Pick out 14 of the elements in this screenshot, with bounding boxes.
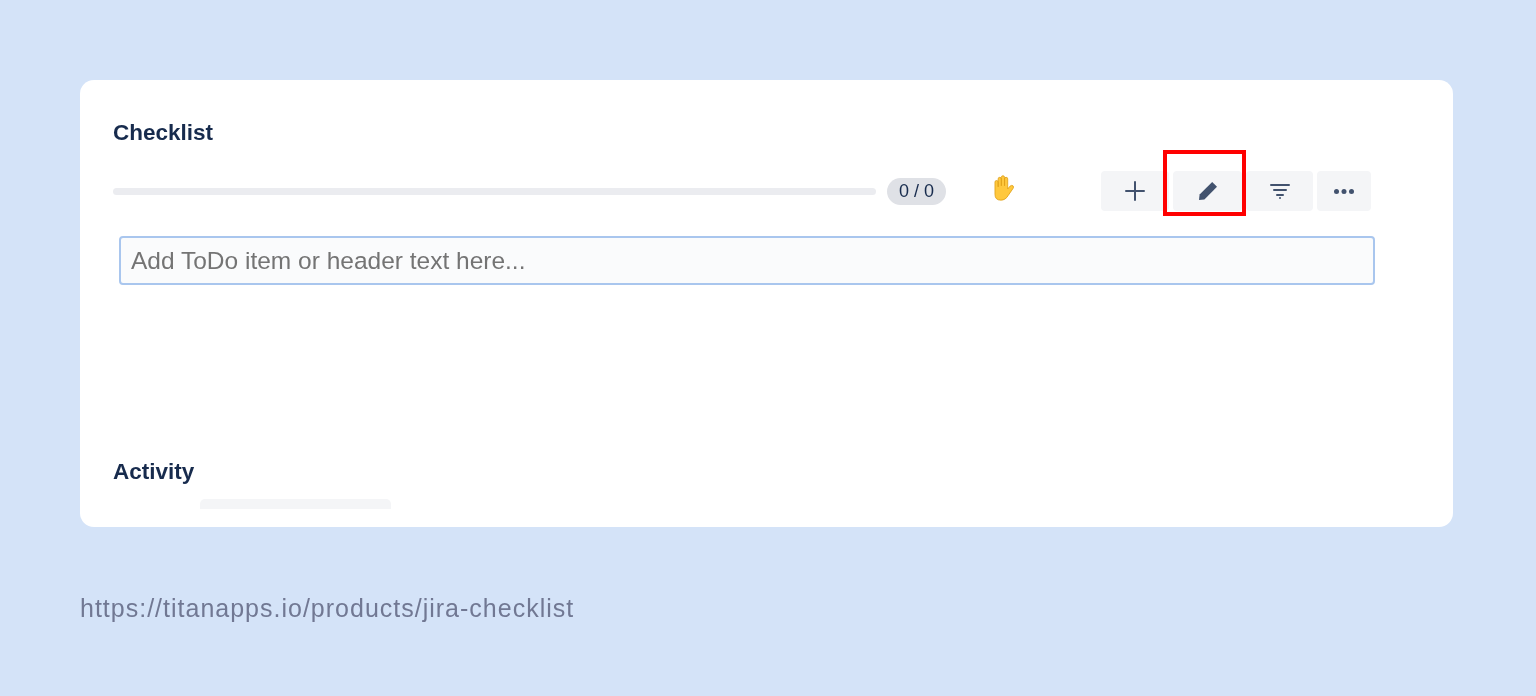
plus-icon	[1125, 181, 1145, 201]
count-badge: 0 / 0	[887, 177, 947, 205]
filter-icon	[1269, 183, 1290, 199]
source-url: https://titanapps.io/products/jira-checklist	[80, 594, 575, 622]
add-button[interactable]	[1101, 171, 1169, 211]
raised-hand-icon	[992, 175, 1017, 201]
todo-input-field[interactable]: Add ToDo item or header text here...	[119, 236, 1375, 285]
activity-heading: Activity	[113, 459, 195, 484]
checklist-heading: Checklist	[113, 120, 214, 145]
more-icon	[1334, 188, 1354, 194]
more-button[interactable]	[1317, 171, 1371, 211]
pencil-icon	[1198, 182, 1217, 200]
edit-button[interactable]	[1173, 171, 1242, 211]
filter-button[interactable]	[1246, 171, 1313, 211]
